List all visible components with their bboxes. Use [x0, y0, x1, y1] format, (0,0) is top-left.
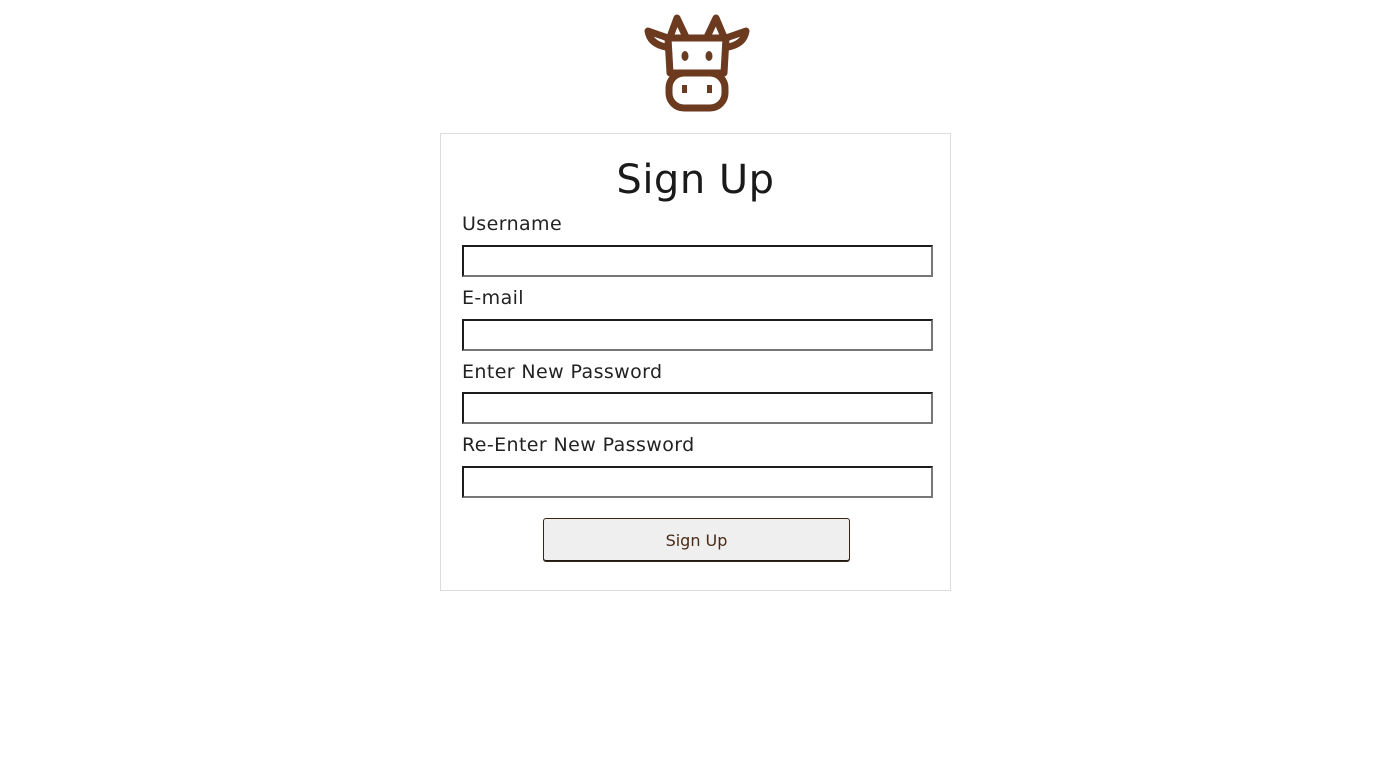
email-input[interactable] — [462, 319, 933, 351]
email-label: E-mail — [462, 287, 524, 309]
sign-up-button[interactable]: Sign Up — [543, 518, 850, 562]
username-input[interactable] — [462, 245, 933, 277]
new-password-label: Enter New Password — [462, 361, 663, 383]
cow-logo-icon — [644, 11, 750, 113]
confirm-password-label: Re-Enter New Password — [462, 434, 695, 456]
signup-card: Sign Up Username E-mail Enter New Passwo… — [440, 133, 951, 591]
confirm-password-input[interactable] — [462, 466, 933, 498]
username-label: Username — [462, 213, 563, 235]
new-password-input[interactable] — [462, 392, 933, 424]
page-title: Sign Up — [616, 157, 775, 203]
